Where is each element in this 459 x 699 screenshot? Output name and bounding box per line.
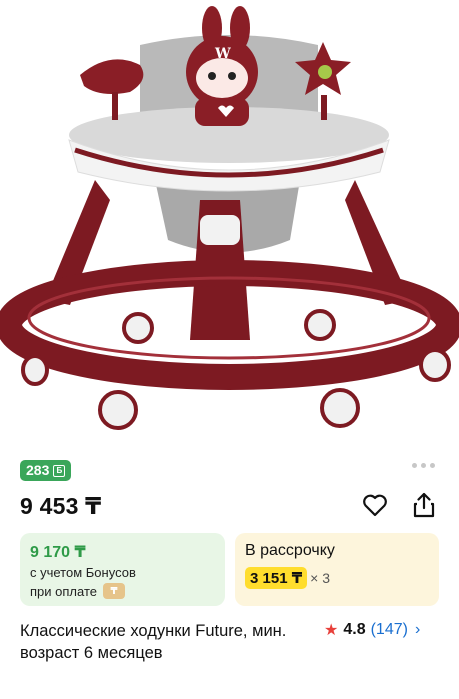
bonus-price-note: с учетом Бонусов (30, 565, 136, 580)
share-icon (413, 492, 435, 518)
share-button[interactable] (409, 490, 439, 520)
more-dots-icon[interactable] (412, 463, 435, 468)
walker-illustration: W (0, 6, 459, 430)
bonus-payment-label: при оплате (30, 583, 97, 599)
installment-multiplier: × 3 (310, 570, 331, 586)
installment-card[interactable]: В рассрочку 3 151 ₸ × 3 (235, 533, 439, 606)
chevron-right-icon: › (414, 621, 421, 638)
installment-title: В рассрочку (245, 542, 335, 559)
heart-icon (363, 494, 387, 517)
product-image[interactable]: W (0, 0, 459, 450)
bonus-badge: 283 Б (20, 460, 72, 481)
product-rating[interactable]: ★ 4.8 (147) › (324, 620, 420, 640)
star-icon: ★ (324, 622, 339, 639)
installment-offer: 3 151 ₸ × 3 (245, 567, 330, 589)
bonus-amount: 283 (26, 462, 50, 478)
payment-icon: ₸ (102, 583, 125, 599)
product-price: 9 453 ₸ (20, 493, 102, 519)
favorite-button[interactable] (360, 490, 390, 520)
svg-text:W: W (214, 46, 231, 62)
bonus-currency-icon: Б (53, 464, 66, 477)
installment-amount: 3 151 ₸ (245, 567, 308, 589)
rating-score: 4.8 (343, 621, 366, 638)
review-count[interactable]: (147) (371, 621, 408, 639)
bonus-price-card[interactable]: 9 170 ₸ с учетом Бонусов при оплате ₸ (20, 533, 225, 606)
bonus-payment-note: при оплате ₸ (30, 583, 125, 599)
bonus-price: 9 170 ₸ (30, 544, 86, 561)
product-title: Классические ходунки Future, мин. возрас… (20, 622, 287, 662)
